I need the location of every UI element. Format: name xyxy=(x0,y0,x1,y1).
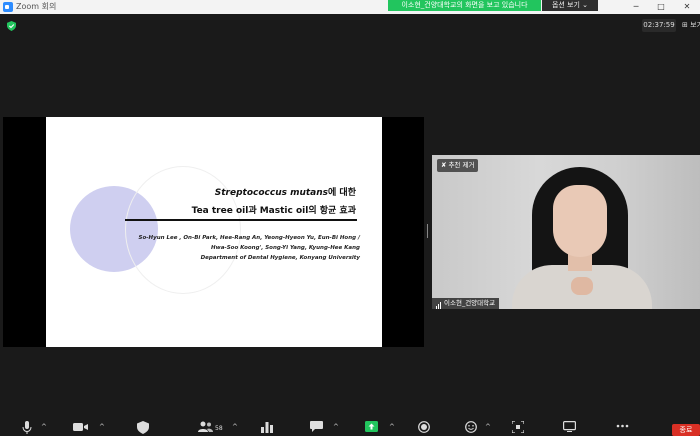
whiteboard-icon xyxy=(563,421,576,432)
shared-screen: Streptococcus mutans에 대한 Tea tree oil과 M… xyxy=(3,117,424,347)
security-shield-icon[interactable] xyxy=(7,21,16,31)
window-title: Zoom 회의 xyxy=(16,2,57,11)
chat-button[interactable] xyxy=(310,421,323,435)
record-icon xyxy=(418,421,430,433)
slide-title-species: Streptococcus mutans xyxy=(214,188,329,198)
bar-chart-icon xyxy=(261,422,273,433)
slide-authors: So-Hyun Lee , On-Bi Park, Hee-Rang An, Y… xyxy=(120,233,360,263)
maximize-button[interactable]: □ xyxy=(655,1,667,12)
authors-line-1: So-Hyun Lee , On-Bi Park, Hee-Rang An, Y… xyxy=(138,235,360,241)
more-button[interactable] xyxy=(616,421,629,435)
share-screen-button[interactable] xyxy=(365,421,378,435)
participant-name-label: 이소현_건양대학교 xyxy=(432,298,500,309)
remove-spotlight-label: 추천 제거 xyxy=(448,161,475,169)
end-meeting-button[interactable]: 종료 xyxy=(672,424,700,436)
slide-divider xyxy=(125,219,357,221)
meeting-toolbar: ^ ^ 58 ^ ^ ^ ^ xyxy=(0,418,700,436)
participants-options-chevron-icon[interactable]: ^ xyxy=(232,423,238,431)
share-options-chevron-icon[interactable]: ^ xyxy=(389,423,395,431)
view-grid-icon: ⊞ xyxy=(682,21,688,29)
rooms-button[interactable] xyxy=(512,421,524,435)
mute-button[interactable] xyxy=(22,421,32,435)
authors-line-2: Hwa-Soo Koong', Song-Yi Yang, Kyung-Hee … xyxy=(211,245,360,251)
view-button-label: 보기 xyxy=(690,21,700,29)
reactions-options-chevron-icon[interactable]: ^ xyxy=(485,423,491,431)
slide-title-line1: Streptococcus mutans에 대한 xyxy=(215,185,356,198)
security-button[interactable] xyxy=(137,421,149,435)
view-button[interactable]: ⊞ 보기 xyxy=(682,19,700,32)
participants-button[interactable] xyxy=(198,421,213,435)
reactions-smiley-icon xyxy=(465,421,477,433)
pin-icon: ✘ xyxy=(441,161,447,169)
minimize-button[interactable]: ─ xyxy=(630,1,642,12)
more-dots-icon xyxy=(616,424,629,428)
screen-share-banner: 이소현_건양대학교의 화면을 보고 있습니다 xyxy=(388,0,541,11)
chat-options-chevron-icon[interactable]: ^ xyxy=(333,423,339,431)
record-button[interactable] xyxy=(418,421,430,435)
title-bar: Zoom 회의 이소현_건양대학교의 화면을 보고 있습니다 옵션 보기 ⌄ ─… xyxy=(0,0,700,14)
reactions-button[interactable] xyxy=(465,421,477,435)
polls-button[interactable] xyxy=(261,421,273,435)
zoom-app-icon xyxy=(3,2,13,12)
video-button[interactable] xyxy=(73,421,89,435)
participant-name: 이소현_건양대학교 xyxy=(444,299,496,307)
department: Department of Dental Hygiene, Konyang Un… xyxy=(200,255,360,261)
presentation-slide: Streptococcus mutans에 대한 Tea tree oil과 M… xyxy=(46,117,382,347)
remove-spotlight-button[interactable]: ✘ 추천 제거 xyxy=(437,159,479,172)
camera-icon xyxy=(73,423,88,431)
shield-icon xyxy=(137,421,149,434)
participant-video-tile[interactable]: ✘ 추천 제거 이소현_건양대학교 xyxy=(432,155,700,309)
share-screen-icon xyxy=(365,421,378,432)
whiteboard-button[interactable] xyxy=(563,421,576,435)
slide-title-suffix: 에 대한 xyxy=(328,188,356,198)
microphone-icon xyxy=(22,421,32,434)
slide-title-line2: Tea tree oil과 Mastic oil의 항균 효과 xyxy=(191,206,356,216)
video-options-chevron-icon[interactable]: ^ xyxy=(99,423,105,431)
meeting-timer: 02:37:59 xyxy=(642,19,676,32)
participants-icon xyxy=(198,421,213,432)
close-button[interactable]: ✕ xyxy=(681,1,693,12)
participants-count: 58 xyxy=(215,425,223,432)
signal-strength-icon xyxy=(436,298,442,309)
rooms-grid-icon xyxy=(512,421,524,433)
view-options-button[interactable]: 옵션 보기 ⌄ xyxy=(542,0,598,11)
chat-bubble-icon xyxy=(310,421,323,432)
panel-resize-handle[interactable] xyxy=(426,224,429,238)
audio-options-chevron-icon[interactable]: ^ xyxy=(41,423,47,431)
